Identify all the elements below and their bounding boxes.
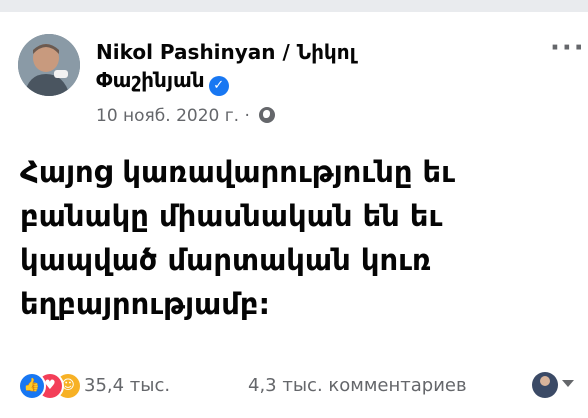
like-icon: 👍: [18, 372, 46, 400]
author-name[interactable]: Nikol Pashinyan / Նիկոլ Փաշինյան ✓: [96, 38, 516, 96]
author-name-line-2[interactable]: Փաշինյան: [96, 68, 205, 92]
post-text-line: բանակը միասնական են եւ: [20, 199, 443, 233]
reactions-count[interactable]: 35,4 тыс.: [84, 374, 170, 398]
more-options-icon[interactable]: ···: [550, 35, 586, 61]
globe-icon[interactable]: [259, 107, 276, 123]
post-date[interactable]: 10 нояб. 2020 г. ·: [96, 106, 250, 126]
verified-badge-icon: ✓: [208, 76, 229, 96]
author-avatar[interactable]: [18, 34, 80, 96]
author-name-line-1[interactable]: Nikol Pashinyan / Նիկոլ: [96, 38, 516, 66]
post-meta: 10 нояб. 2020 г. ·: [96, 104, 276, 128]
post-text-line: Հայոց կառավարությունը եւ: [20, 155, 456, 189]
top-divider: [0, 0, 588, 12]
chevron-down-icon[interactable]: [562, 380, 574, 387]
post-text-line: կապված մարտական կուռ: [20, 243, 432, 277]
comments-count[interactable]: 4,3 тыс. комментариев: [248, 374, 467, 398]
viewer-avatar[interactable]: [532, 372, 558, 398]
post-text: Հայոց կառավարությունը եւ բանակը միասնակա…: [20, 150, 580, 326]
post-text-line: եղբայրությամբ:: [20, 287, 271, 321]
